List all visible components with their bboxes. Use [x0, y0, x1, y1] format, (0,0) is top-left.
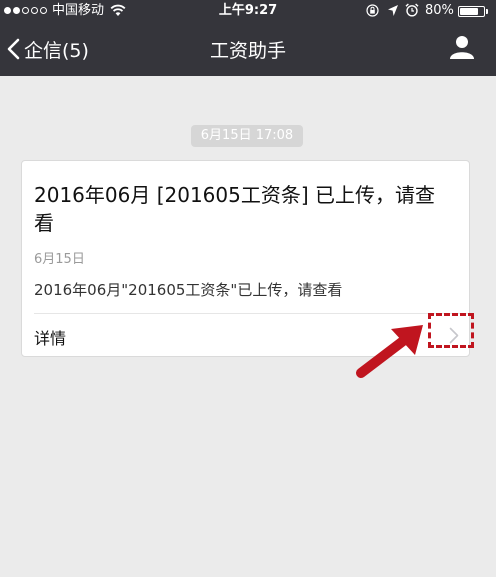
battery-percentage: 80%	[425, 3, 454, 18]
page-title: 工资助手	[209, 40, 286, 62]
card-title: 2016年06月 [201605工资条] 已上传，请查看	[34, 183, 436, 235]
battery-icon	[458, 6, 490, 17]
message-timestamp: 6月15日 17:08	[191, 125, 303, 147]
details-label: 详情	[34, 329, 67, 348]
card-body: 2016年06月"201605工资条"已上传，请查看	[34, 281, 343, 299]
top-bar: 中国移动 上午9:27 80% 企信(5) 工资助手	[0, 0, 496, 76]
annotation-highlight-box	[428, 313, 474, 348]
rotation-lock-icon	[366, 4, 379, 17]
screen: 中国移动 上午9:27 80% 企信(5) 工资助手 6月15日 17:08 2…	[0, 0, 496, 577]
status-time: 上午9:27	[218, 3, 278, 18]
status-bar: 中国移动 上午9:27 80%	[0, 0, 496, 22]
arrow-icon	[356, 325, 423, 378]
card-date: 6月15日	[34, 252, 85, 267]
navigation-bar: 企信(5) 工资助手	[0, 22, 496, 76]
alarm-clock-icon	[405, 3, 419, 17]
location-arrow-icon	[388, 5, 398, 16]
user-icon[interactable]	[449, 34, 475, 60]
